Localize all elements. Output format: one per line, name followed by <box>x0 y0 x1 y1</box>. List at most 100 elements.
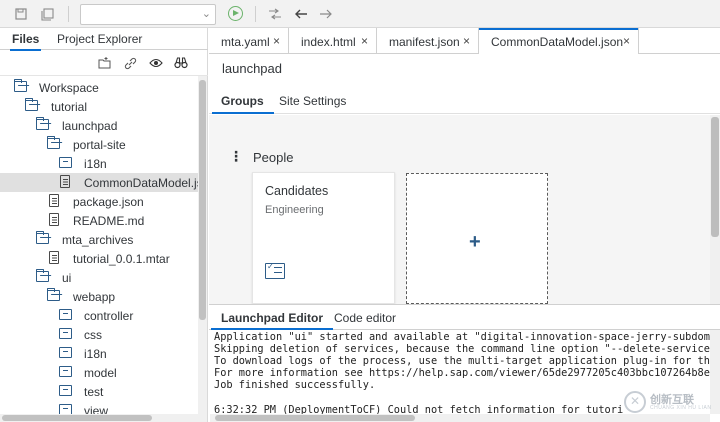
launchpad-tabs: Groups Site Settings <box>209 88 720 114</box>
link-icon[interactable] <box>123 56 137 70</box>
tree-item-label: portal-site <box>73 138 126 152</box>
scrollbar-thumb[interactable] <box>215 415 415 421</box>
tree-item-workspace[interactable]: Workspace <box>0 78 198 97</box>
tab-site-settings[interactable]: Site Settings <box>279 94 346 108</box>
scrollbar-thumb[interactable] <box>2 415 152 421</box>
file-tools <box>0 50 208 76</box>
tab-commondatamodel-json[interactable]: CommonDataModel.json × <box>479 28 639 54</box>
tree-item-mta-archives[interactable]: mta_archives <box>0 230 198 249</box>
tree-item-label: test <box>84 385 104 399</box>
tree-item-commondatamodel-json[interactable]: CommonDataModel.json <box>0 173 198 192</box>
folder-open-icon <box>25 98 38 111</box>
folder-closed-icon <box>59 347 72 358</box>
folder-closed-icon <box>59 157 72 168</box>
folder-closed-icon <box>59 309 72 320</box>
tab-code-editor[interactable]: Code editor <box>334 311 396 325</box>
tree-item-label: README.md <box>73 214 145 228</box>
console-line: Job finished successfully. <box>214 379 376 391</box>
folder-open-icon <box>36 117 49 130</box>
folder-open-icon <box>36 269 49 282</box>
tree-item-label: tutorial_0.0.1.mtar <box>73 252 170 266</box>
tree-item-package-json[interactable]: package.json <box>0 192 198 211</box>
save-all-icon[interactable] <box>38 5 56 23</box>
scrollbar-thumb[interactable] <box>711 117 719 237</box>
tree-item-test[interactable]: test <box>0 382 198 401</box>
tree-item-portal-site[interactable]: portal-site <box>0 135 198 154</box>
eye-icon[interactable] <box>149 56 163 70</box>
left-panel: Files Project Explorer Workspace tutoria… <box>0 28 208 422</box>
back-arrow-icon[interactable] <box>292 5 310 23</box>
console-line: To download logs of the process, use the… <box>214 355 717 367</box>
left-panel-tabs: Files Project Explorer <box>0 28 208 51</box>
watermark: 创新互联 CHUANG XIN HU LIAN <box>622 388 720 418</box>
tab-mta-yaml[interactable]: mta.yaml × <box>209 28 289 54</box>
tab-index-html[interactable]: index.html × <box>289 28 377 54</box>
tree-item-label: model <box>84 366 117 380</box>
tree-item-label: package.json <box>73 195 144 209</box>
tree-item-label: tutorial <box>51 100 88 114</box>
folder-closed-icon <box>59 385 72 396</box>
tree-item-i18n[interactable]: i18n <box>0 154 198 173</box>
tab-launchpad-editor[interactable]: Launchpad Editor <box>211 311 333 330</box>
watermark-subtext: CHUANG XIN HU LIAN <box>650 405 712 411</box>
tab-manifest-json[interactable]: manifest.json × <box>377 28 479 54</box>
console-line: For more information see https://help.sa… <box>214 367 710 379</box>
tab-groups[interactable]: Groups <box>212 94 274 114</box>
tree-item-label: webapp <box>73 290 116 304</box>
tree-item-label: i18n <box>84 347 107 361</box>
scrollbar-thumb[interactable] <box>199 80 206 320</box>
tree-item-ui[interactable]: ui <box>0 268 198 287</box>
close-icon[interactable]: × <box>463 34 470 48</box>
tree-item-label: Workspace <box>39 81 99 95</box>
file-icon <box>60 175 70 188</box>
folder-open-icon <box>14 79 27 92</box>
folder-closed-icon <box>59 366 72 377</box>
file-icon <box>49 194 59 207</box>
tab-project-explorer[interactable]: Project Explorer <box>57 32 142 46</box>
tree-item-tutorial-mtar[interactable]: tutorial_0.0.1.mtar <box>0 249 198 268</box>
bottom-panel-tabs: Launchpad Editor Code editor <box>209 304 720 330</box>
tab-label: index.html <box>301 35 356 49</box>
binoculars-icon[interactable] <box>174 56 188 70</box>
chevron-down-icon: ⌄ <box>201 8 211 20</box>
canvas-scrollbar[interactable] <box>710 115 720 304</box>
tile-title: Candidates <box>265 184 329 198</box>
tree-item-launchpad[interactable]: launchpad <box>0 116 198 135</box>
plus-icon[interactable]: + <box>469 231 481 254</box>
file-tree-horizontal-scrollbar[interactable] <box>0 414 198 422</box>
page-title: launchpad <box>222 61 282 76</box>
tree-item-readme-md[interactable]: README.md <box>0 211 198 230</box>
group-menu-icon[interactable]: ⋮ <box>229 148 243 165</box>
tree-item-model[interactable]: model <box>0 363 198 382</box>
watermark-logo-icon <box>624 391 646 413</box>
tree-item-label: i18n <box>84 157 107 171</box>
run-icon[interactable] <box>228 6 243 21</box>
tab-files[interactable]: Files <box>9 32 42 51</box>
tree-item-tutorial[interactable]: tutorial <box>0 97 198 116</box>
tree-item-i18n[interactable]: i18n <box>0 344 198 363</box>
close-icon[interactable]: × <box>623 34 630 48</box>
close-icon[interactable]: × <box>361 34 368 48</box>
close-icon[interactable]: × <box>273 34 280 48</box>
tree-item-css[interactable]: css <box>0 325 198 344</box>
new-folder-icon[interactable] <box>97 56 111 70</box>
editor-tabs: mta.yaml × index.html × manifest.json × … <box>209 28 720 54</box>
folder-open-icon <box>47 136 60 149</box>
tree-item-label: controller <box>84 309 134 323</box>
toolbar-divider <box>255 6 256 22</box>
run-configuration-select[interactable]: ⌄ <box>80 4 216 25</box>
file-tree-vertical-scrollbar[interactable] <box>198 76 207 422</box>
tree-item-label: CommonDataModel.json <box>84 176 198 190</box>
file-icon <box>49 213 59 226</box>
git-compare-icon[interactable] <box>266 5 284 23</box>
group-title: People <box>253 150 294 165</box>
toolbar: ⌄ <box>0 0 720 28</box>
tree-item-label: css <box>84 328 102 342</box>
forward-arrow-icon[interactable] <box>317 5 335 23</box>
tree-item-webapp[interactable]: webapp <box>0 287 198 306</box>
tree-item-label: launchpad <box>62 119 118 133</box>
tree-item-controller[interactable]: controller <box>0 306 198 325</box>
folder-open-icon <box>36 231 49 244</box>
folder-open-icon <box>47 288 60 301</box>
save-icon[interactable] <box>12 5 30 23</box>
